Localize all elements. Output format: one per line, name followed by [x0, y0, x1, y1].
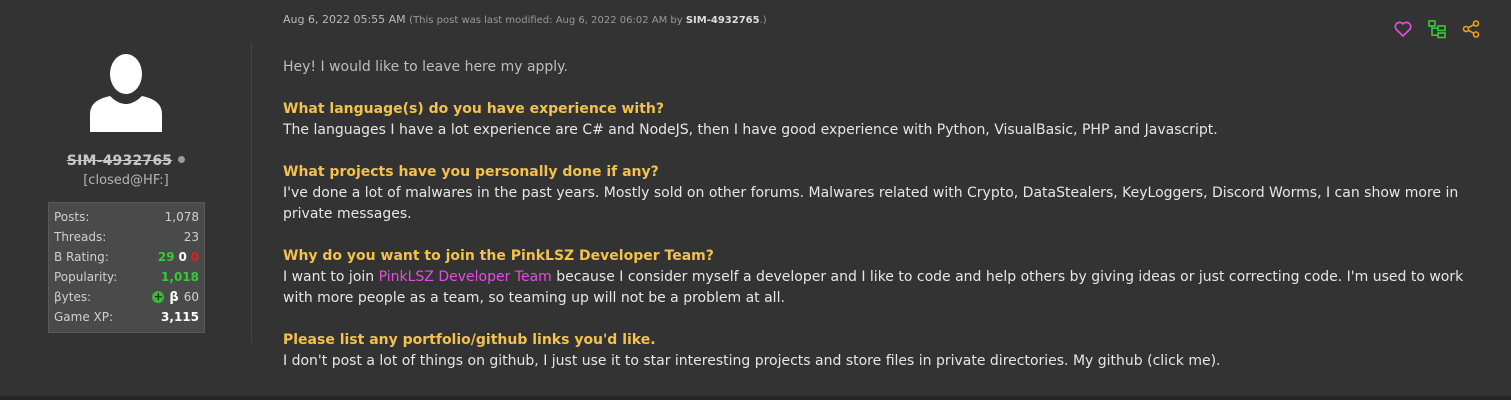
answer-text: I want to join PinkLSZ Developer Team be… [283, 267, 1473, 309]
column-divider [251, 43, 252, 343]
stat-value: 60 [183, 290, 199, 304]
stat-b-rating: B Rating: 29 0 0 [54, 247, 199, 267]
stat-label: Game XP: [54, 310, 114, 324]
stat-label: Threads: [54, 230, 107, 244]
donate-bytes-icon[interactable]: + [152, 291, 165, 303]
share-icon[interactable] [1461, 19, 1481, 39]
editor-name[interactable]: SIM-4932765 [686, 15, 760, 26]
stat-bytes: βytes: + β 60 [54, 287, 199, 307]
offline-status-icon [178, 156, 186, 163]
edited-note: (This post was last modified: Aug 6, 202… [409, 15, 767, 26]
stat-threads: Threads: 23 [54, 227, 199, 247]
stat-label: Popularity: [54, 270, 118, 284]
answer-text-start: I want to join [283, 269, 379, 285]
post-body: Hey! I would like to leave here my apply… [283, 57, 1473, 393]
stat-game-xp: Game XP: 3,115 [54, 307, 199, 327]
author-panel: SIM-4932765 [closed@HF:] Posts: 1,078 Th… [0, 0, 252, 396]
post-intro: Hey! I would like to leave here my apply… [283, 59, 568, 75]
username-row: SIM-4932765 [0, 150, 252, 169]
question-block: Please list any portfolio/github links y… [283, 330, 1473, 372]
rating-positive: 29 [157, 250, 175, 264]
team-link[interactable]: PinkLSZ Developer Team [379, 269, 552, 285]
b-rating-values[interactable]: 29 0 0 [158, 250, 199, 264]
answer-text: I've done a lot of malwares in the past … [283, 185, 1459, 222]
user-avatar-icon[interactable] [88, 52, 164, 132]
question-block: What projects have you personally done i… [283, 162, 1473, 225]
edited-prefix: (This post was last modified: Aug 6, 202… [409, 15, 683, 26]
rating-neutral: 0 [178, 250, 187, 264]
stat-label: βytes: [54, 290, 92, 304]
stat-value[interactable]: 23 [184, 230, 199, 244]
answer-text: The languages I have a lot experience ar… [283, 122, 1218, 138]
bytes-symbol: β [169, 289, 179, 305]
question-block: Why do you want to join the PinkLSZ Deve… [283, 246, 1473, 309]
edited-suffix: .) [759, 15, 767, 26]
stat-label: Posts: [54, 210, 90, 224]
heart-icon[interactable] [1393, 19, 1413, 39]
bytes-values: + β 60 [152, 290, 199, 305]
post-timestamp[interactable]: Aug 6, 2022 05:55 AM [283, 13, 406, 26]
answer-text: I don't post a lot of things on github, … [283, 353, 1221, 369]
user-stats-box: Posts: 1,078 Threads: 23 B Rating: 29 0 … [48, 202, 205, 333]
post-bottom-border [0, 396, 1511, 400]
username[interactable]: SIM-4932765 [67, 153, 172, 169]
question-heading: Why do you want to join the PinkLSZ Deve… [283, 248, 714, 264]
question-heading: What language(s) do you have experience … [283, 101, 664, 117]
user-title: [closed@HF:] [83, 173, 169, 188]
stat-value[interactable]: 1,078 [165, 210, 199, 224]
stat-popularity: Popularity: 1,018 [54, 267, 199, 287]
stat-label: B Rating: [54, 250, 109, 264]
post-date: Aug 6, 2022 05:55 AM (This post was last… [283, 13, 767, 26]
question-block: What language(s) do you have experience … [283, 99, 1473, 141]
question-heading: What projects have you personally done i… [283, 164, 659, 180]
post-actions [1393, 19, 1481, 39]
rating-negative: 0 [190, 250, 199, 264]
stat-value[interactable]: 1,018 [161, 270, 199, 284]
question-heading: Please list any portfolio/github links y… [283, 332, 656, 348]
thread-tree-icon[interactable] [1427, 19, 1447, 39]
stat-posts: Posts: 1,078 [54, 207, 199, 227]
stat-value[interactable]: 3,115 [161, 310, 199, 324]
